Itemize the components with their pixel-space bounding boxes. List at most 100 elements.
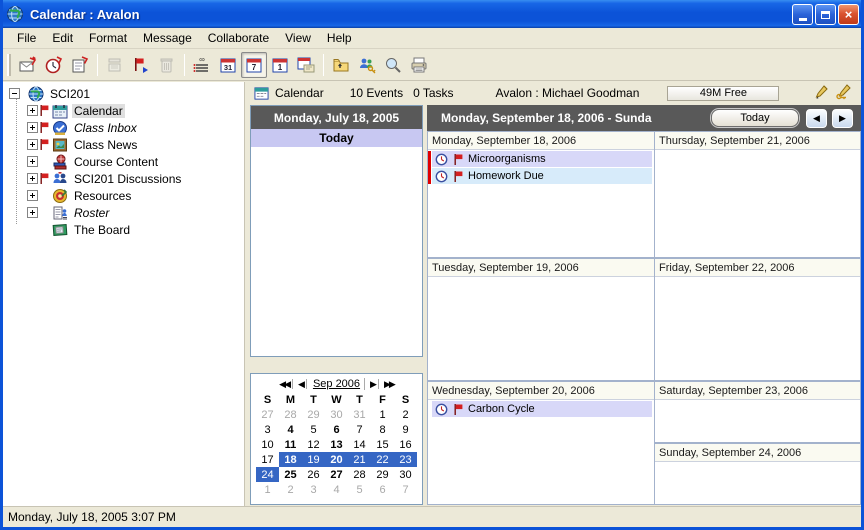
new-message-button[interactable] bbox=[15, 52, 41, 78]
menu-item-collaborate[interactable]: Collaborate bbox=[200, 29, 277, 47]
new-event-button[interactable] bbox=[41, 52, 67, 78]
collapse-icon[interactable] bbox=[9, 88, 20, 99]
minical-day[interactable]: 6 bbox=[325, 422, 348, 437]
minical-day[interactable]: 4 bbox=[279, 422, 302, 437]
day-cell[interactable]: Friday, September 22, 2006 bbox=[654, 258, 861, 381]
menu-item-view[interactable]: View bbox=[277, 29, 319, 47]
day-cell-body[interactable] bbox=[655, 400, 860, 401]
day-cell-body[interactable] bbox=[655, 462, 860, 463]
minical-day[interactable]: 30 bbox=[325, 407, 348, 422]
minical-day[interactable]: 27 bbox=[256, 407, 279, 422]
pencil-key-icon[interactable] bbox=[835, 84, 853, 100]
day-cell[interactable]: Thursday, September 21, 2006 bbox=[654, 131, 861, 258]
expand-icon[interactable] bbox=[27, 207, 38, 218]
tree-item-resources[interactable]: Resources bbox=[27, 187, 133, 204]
minical-day[interactable]: 24 bbox=[256, 467, 279, 482]
search-button[interactable] bbox=[380, 52, 406, 78]
minical-day[interactable]: 14 bbox=[348, 437, 371, 452]
expand-icon[interactable] bbox=[27, 105, 38, 116]
minical-day[interactable]: 25 bbox=[279, 467, 302, 482]
minical-day[interactable]: 29 bbox=[302, 407, 325, 422]
minical-day[interactable]: 26 bbox=[302, 467, 325, 482]
event-item[interactable]: Homework Due bbox=[432, 168, 652, 184]
event-item[interactable]: Microorganisms bbox=[432, 151, 652, 167]
minical-day[interactable]: 7 bbox=[394, 482, 417, 497]
mini-calendar-month-label[interactable]: Sep 2006 bbox=[309, 378, 365, 390]
minical-day[interactable]: 23 bbox=[394, 452, 417, 467]
history-button[interactable] bbox=[102, 52, 128, 78]
minical-day[interactable]: 21 bbox=[348, 452, 371, 467]
minical-day[interactable]: 15 bbox=[371, 437, 394, 452]
minical-day[interactable]: 17 bbox=[256, 452, 279, 467]
month-view-button[interactable]: 31 bbox=[215, 52, 241, 78]
minical-day[interactable]: 6 bbox=[371, 482, 394, 497]
new-task-button[interactable] bbox=[67, 52, 93, 78]
minical-day[interactable]: 4 bbox=[325, 482, 348, 497]
delete-button[interactable] bbox=[154, 52, 180, 78]
close-button[interactable]: × bbox=[838, 4, 859, 25]
tree-item-class-news[interactable]: Class News bbox=[27, 136, 139, 153]
minical-day[interactable]: 5 bbox=[348, 482, 371, 497]
maximize-button[interactable] bbox=[815, 4, 836, 25]
minical-day[interactable]: 9 bbox=[394, 422, 417, 437]
day-cell-body[interactable]: Carbon Cycle bbox=[428, 400, 654, 417]
minical-day[interactable]: 1 bbox=[256, 482, 279, 497]
minical-day[interactable]: 20 bbox=[325, 452, 348, 467]
minical-day[interactable]: 3 bbox=[302, 482, 325, 497]
day-cell-body[interactable] bbox=[655, 277, 860, 278]
minical-day[interactable]: 28 bbox=[279, 407, 302, 422]
minical-day[interactable]: 5 bbox=[302, 422, 325, 437]
expand-icon[interactable] bbox=[27, 156, 38, 167]
tree-item-class-inbox[interactable]: Class Inbox bbox=[27, 119, 139, 136]
today-bar[interactable]: Today bbox=[251, 129, 422, 147]
list-view-button[interactable]: ∞ bbox=[189, 52, 215, 78]
minical-day[interactable]: 2 bbox=[394, 407, 417, 422]
day-cell-body[interactable] bbox=[428, 277, 654, 278]
minical-day[interactable]: 13 bbox=[325, 437, 348, 452]
day-cell-body[interactable] bbox=[655, 150, 860, 151]
today-button[interactable]: Today bbox=[711, 109, 799, 127]
day-cell-body[interactable]: MicroorganismsHomework Due bbox=[428, 150, 654, 184]
minical-day[interactable]: 12 bbox=[302, 437, 325, 452]
expand-icon[interactable] bbox=[27, 190, 38, 201]
pencil-icon[interactable] bbox=[815, 84, 829, 100]
print-button[interactable] bbox=[406, 52, 432, 78]
minimize-button[interactable] bbox=[792, 4, 813, 25]
menu-item-format[interactable]: Format bbox=[81, 29, 135, 47]
minical-day[interactable]: 1 bbox=[371, 407, 394, 422]
minical-day[interactable]: 27 bbox=[325, 467, 348, 482]
menu-item-message[interactable]: Message bbox=[135, 29, 200, 47]
minical-day[interactable]: 8 bbox=[371, 422, 394, 437]
tree-root-sci201[interactable]: SCI201 bbox=[9, 85, 92, 102]
flag-forward-button[interactable] bbox=[128, 52, 154, 78]
minical-day[interactable]: 2 bbox=[279, 482, 302, 497]
expand-icon[interactable] bbox=[27, 139, 38, 150]
permissions-button[interactable] bbox=[354, 52, 380, 78]
minical-day[interactable]: 19 bbox=[302, 452, 325, 467]
minical-day[interactable]: 18 bbox=[279, 452, 302, 467]
tree-item-the-board[interactable]: The Board bbox=[27, 221, 132, 238]
minical-day[interactable]: 22 bbox=[371, 452, 394, 467]
prev-month-icon[interactable]: ◀ bbox=[295, 379, 307, 389]
menu-item-help[interactable]: Help bbox=[319, 29, 360, 47]
tree-item-course-content[interactable]: Course Content bbox=[27, 153, 160, 170]
minical-day[interactable]: 7 bbox=[348, 422, 371, 437]
minical-day[interactable]: 31 bbox=[348, 407, 371, 422]
event-item[interactable]: Carbon Cycle bbox=[432, 401, 652, 417]
multi-week-view-button[interactable] bbox=[293, 52, 319, 78]
day-cell[interactable]: Wednesday, September 20, 2006Carbon Cycl… bbox=[427, 381, 655, 505]
tree-item-calendar[interactable]: Calendar bbox=[27, 102, 125, 119]
minical-day[interactable]: 3 bbox=[256, 422, 279, 437]
next-month-icon[interactable]: ▶ bbox=[367, 379, 379, 389]
day-cell[interactable]: Tuesday, September 19, 2006 bbox=[427, 258, 655, 381]
minical-day[interactable]: 16 bbox=[394, 437, 417, 452]
day-cell[interactable]: Monday, September 18, 2006Microorganisms… bbox=[427, 131, 655, 258]
day-cell[interactable]: Sunday, September 24, 2006 bbox=[654, 443, 861, 505]
week-view-button[interactable]: 7 bbox=[241, 52, 267, 78]
expand-icon[interactable] bbox=[27, 173, 38, 184]
day-view-button[interactable]: 1 bbox=[267, 52, 293, 78]
day-panel-body[interactable] bbox=[251, 147, 422, 356]
day-cell[interactable]: Saturday, September 23, 2006 bbox=[654, 381, 861, 443]
menu-item-file[interactable]: File bbox=[9, 29, 44, 47]
expand-icon[interactable] bbox=[27, 122, 38, 133]
